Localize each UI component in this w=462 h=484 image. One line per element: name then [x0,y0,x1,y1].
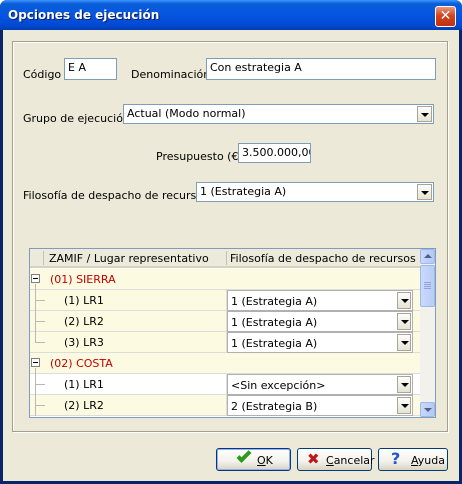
tree-line [35,368,36,395]
scroll-thumb[interactable] [420,265,435,307]
row-filosofia-value: 2 (Estrategia B) [231,400,318,413]
filosofia-select[interactable]: 1 (Estrategia A) [196,182,434,202]
row-label-cell: (2) LR2 [44,311,227,332]
ok-accel: O [257,454,266,467]
header-divider [226,251,227,265]
row-label-cell: (3) LR3 [44,332,227,353]
table-row[interactable]: (3) LR3 1 (Estrategia A) [30,332,420,353]
row-filosofia-value: 1 (Estrategia A) [231,295,318,308]
header-divider [43,251,44,265]
ok-label: OK [257,454,273,467]
close-icon: ✕ [439,8,452,24]
codigo-label: Código [23,68,62,81]
table-row[interactable]: (2) LR2 1 (Estrategia A) [30,311,420,332]
row-label: (2) LR2 [64,315,104,328]
grupo-label: Grupo de ejecución [23,112,130,125]
ok-label-rest: K [265,454,273,467]
grupo-value: Actual (Modo normal) [127,107,246,120]
denominacion-field[interactable]: Con estrategia A [206,58,436,80]
chevron-down-icon[interactable] [397,292,411,309]
scroll-down-icon[interactable] [420,402,435,417]
row-filosofia-value: 1 (Estrategia A) [231,337,318,350]
close-button[interactable]: ✕ [435,6,456,27]
cancel-accel: C [326,454,334,467]
row-filosofia-select[interactable]: 1 (Estrategia A) [227,332,413,353]
checkmark-icon [234,448,252,467]
row-label: (2) LR2 [64,399,104,412]
dialog-window: Opciones de ejecución ✕ Código E A Denom… [0,0,462,484]
group-label: (02) COSTA [50,357,113,370]
table-row[interactable]: (1) LR1 1 (Estrategia A) [30,284,420,311]
cross-icon: ✖ [307,450,320,468]
column-header-filosofia[interactable]: Filosofía de despacho de recursos [230,252,416,265]
column-header-zamif[interactable]: ZAMIF / Lugar representativo [49,252,209,265]
cancel-label-rest: ancelar [333,454,375,467]
row-filosofia-select[interactable]: 2 (Estrategia B) [227,395,413,416]
row-label-cell: (1) LR1 [44,374,227,395]
group-label: (01) SIERRA [50,273,116,286]
help-button[interactable]: ? Ayuda [378,448,448,471]
tree-line [35,284,36,311]
table-row[interactable]: (1) LR1 <Sin excepción> [30,368,420,395]
row-filosofia-value: 1 (Estrategia A) [231,316,318,329]
group-row[interactable]: (02) COSTA [30,353,420,374]
codigo-field[interactable]: E A [64,58,117,80]
row-label: (1) LR1 [64,378,104,391]
grid-scrollbar[interactable] [420,249,435,417]
chevron-down-icon[interactable] [397,397,411,414]
presupuesto-field[interactable]: 3.500.000,00 [238,143,311,163]
presupuesto-label: Presupuesto (€) [156,150,243,163]
collapse-icon[interactable] [31,274,40,283]
denominacion-label: Denominación [131,68,211,81]
grupo-select[interactable]: Actual (Modo normal) [123,104,434,124]
collapse-icon[interactable] [31,358,40,367]
row-label-cell: (2) LR2 [44,395,227,416]
row-label-cell: (1) LR1 [44,290,227,311]
help-label-rest: yuda [417,454,445,467]
filosofia-label: Filosofía de despacho de recursos [23,189,209,202]
row-label: (3) LR3 [64,336,104,349]
table-row[interactable]: (2) LR2 2 (Estrategia B) [30,395,420,416]
row-filosofia-select[interactable]: <Sin excepción> [227,374,413,395]
cancel-label: Cancelar [326,454,375,467]
grid-header: ZAMIF / Lugar representativo Filosofía d… [30,249,420,268]
filosofia-value: 1 (Estrategia A) [200,185,287,198]
chevron-down-icon[interactable] [397,334,411,351]
group-row[interactable]: (01) SIERRA [30,269,420,290]
zamif-grid: ZAMIF / Lugar representativo Filosofía d… [29,248,436,418]
row-filosofia-select[interactable]: 1 (Estrategia A) [227,311,413,332]
chevron-down-icon[interactable] [417,106,432,122]
row-filosofia-select[interactable]: 1 (Estrategia A) [227,290,413,311]
question-mark-icon: ? [391,449,401,468]
help-accel: A [411,454,418,467]
cancel-button[interactable]: ✖ Cancelar [297,448,375,471]
chevron-down-icon[interactable] [417,184,432,200]
chevron-down-icon[interactable] [397,313,411,330]
help-label: Ayuda [411,454,445,467]
scroll-up-icon[interactable] [420,249,435,264]
chevron-down-icon[interactable] [397,376,411,393]
ok-button[interactable]: OK [216,448,291,471]
row-label: (1) LR1 [64,294,104,307]
dialog-body: Código E A Denominación Con estrategia A… [3,30,459,481]
window-title: Opciones de ejecución [8,8,160,22]
row-filosofia-value: <Sin excepción> [231,379,326,392]
title-bar[interactable]: Opciones de ejecución ✕ [0,0,462,30]
